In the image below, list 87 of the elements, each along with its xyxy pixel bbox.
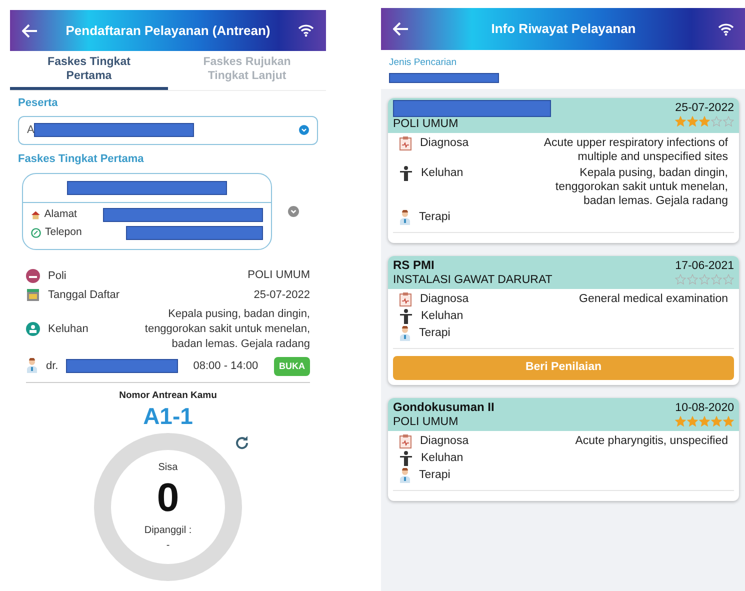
back-arrow-icon[interactable]	[393, 22, 409, 36]
row-value: General medical examination	[578, 292, 728, 306]
header-title: Info Riwayat Pelayanan	[490, 20, 637, 38]
detail-label: Keluhan	[48, 322, 90, 337]
dropdown-value: A	[27, 122, 34, 138]
phone-icon	[31, 228, 41, 238]
empty-star-icon	[711, 116, 722, 128]
patient-icon	[26, 322, 40, 336]
star-rating[interactable]	[675, 116, 734, 128]
body-icon	[399, 450, 413, 466]
filled-star-icon	[687, 116, 698, 128]
wifi-icon	[718, 22, 734, 36]
detail-label: Tanggal Daftar	[48, 288, 121, 303]
filled-star-icon	[675, 416, 686, 427]
house-icon	[31, 210, 40, 220]
row-label: Diagnosa	[420, 136, 470, 150]
empty-star-icon	[723, 274, 734, 286]
empty-star-icon	[675, 274, 686, 286]
empty-star-icon	[723, 116, 734, 128]
filled-star-icon	[723, 416, 734, 427]
body-icon	[399, 166, 413, 182]
doctor-icon	[399, 468, 411, 484]
facility-name: RS PMI	[393, 258, 436, 274]
filled-star-icon	[699, 116, 710, 128]
row-label: Keluhan	[421, 309, 464, 324]
detail-label: Poli	[48, 268, 68, 284]
doctor-prefix: dr.	[46, 359, 58, 374]
visit-date: 17-06-2021	[675, 259, 734, 274]
filled-star-icon	[699, 416, 710, 427]
unit-name: POLI UMUM	[393, 414, 460, 430]
row-label: Terapi	[419, 326, 452, 340]
doctor-icon	[26, 358, 38, 374]
visit-date: 10-08-2020	[675, 400, 734, 416]
status-badge: BUKA	[274, 356, 310, 376]
called-label: Dipanggil :	[144, 524, 192, 538]
called-value: -	[166, 539, 170, 554]
faskes-card[interactable]: Alamat Telepon	[22, 173, 272, 250]
dropdown-caret-icon	[299, 125, 309, 135]
unit-name: INSTALASI GAWAT DARURAT	[393, 273, 552, 288]
facility-name: Gondokusuman II	[393, 400, 494, 415]
bed-icon	[26, 268, 40, 283]
row-label: Terapi	[419, 210, 452, 224]
alamat-label: Alamat	[44, 207, 78, 222]
row-label: Diagnosa	[420, 434, 470, 448]
telepon-label: Telepon	[45, 224, 83, 240]
visit-date: 25-07-2022	[675, 101, 734, 116]
detail-value: POLI UMUM	[246, 268, 310, 284]
clipboard-icon	[399, 292, 412, 308]
refresh-icon[interactable]	[234, 435, 250, 452]
row-label: Terapi	[419, 468, 452, 482]
star-rating[interactable]	[675, 416, 734, 427]
filled-star-icon	[675, 116, 686, 128]
detail-value: 25-07-2022	[252, 288, 310, 303]
empty-star-icon	[687, 274, 698, 286]
empty-star-icon	[699, 274, 710, 286]
wifi-icon	[298, 24, 314, 37]
detail-value: Kepala pusing, badan dingin, tenggorokan sakit untuk menelan, badan lemas. Gejala radang	[144, 306, 310, 352]
unit-name: POLI UMUM	[393, 117, 460, 132]
filled-star-icon	[711, 416, 722, 427]
doctor-hours: 08:00 - 14:00	[193, 359, 260, 374]
empty-star-icon	[711, 274, 722, 286]
field-label: Peserta	[18, 96, 59, 111]
row-value: Acute pharyngitis, unspecified	[574, 434, 728, 448]
doctor-icon	[399, 326, 411, 342]
remaining-label: Sisa	[158, 461, 178, 476]
header-title: Pendaftaran Pelayanan (Antrean)	[64, 22, 272, 40]
peserta-dropdown[interactable]: A	[18, 116, 318, 144]
clipboard-icon	[399, 434, 412, 449]
dropdown-caret-icon[interactable]	[288, 206, 299, 217]
queue-title: Nomor Antrean Kamu	[119, 389, 217, 403]
filled-star-icon	[687, 416, 698, 427]
row-value: Acute upper respiratory infections of multiple and unspecified sites	[542, 136, 728, 164]
row-label: Diagnosa	[420, 292, 470, 306]
calendar-icon	[26, 288, 40, 302]
doctor-icon	[399, 210, 411, 226]
clipboard-icon	[399, 136, 412, 152]
row-label: Keluhan	[421, 166, 464, 180]
body-icon	[399, 309, 413, 324]
row-value: Kepala pusing, badan dingin, tenggorokan sakit untuk menelan, badan lemas. Gejala radang	[554, 166, 728, 208]
back-arrow-icon[interactable]	[22, 24, 38, 38]
row-label: Keluhan	[421, 450, 464, 465]
queue-number: A1-1	[143, 403, 193, 430]
field-label: Faskes Tingkat Pertama	[18, 152, 145, 166]
star-rating[interactable]	[675, 274, 734, 286]
remaining-count: 0	[156, 475, 180, 522]
search-label: Jenis Pencarian	[389, 56, 458, 70]
tab[interactable]: Faskes Tingkat Pertama	[10, 51, 168, 90]
